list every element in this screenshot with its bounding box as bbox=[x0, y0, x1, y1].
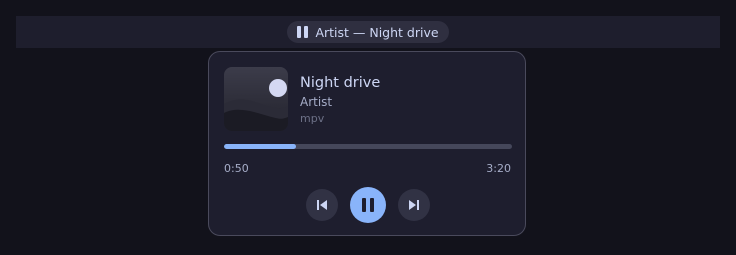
skip-next-icon bbox=[409, 200, 419, 210]
pause-icon bbox=[362, 198, 374, 212]
next-button[interactable] bbox=[398, 189, 430, 221]
track-title: Night drive bbox=[300, 75, 381, 91]
elapsed-time: 0:50 bbox=[224, 162, 249, 175]
media-popup: Night drive Artist mpv 0:50 3:20 bbox=[208, 51, 526, 236]
previous-button[interactable] bbox=[306, 189, 338, 221]
play-pause-button[interactable] bbox=[350, 187, 386, 223]
total-time: 3:20 bbox=[486, 162, 511, 175]
progress-fill bbox=[224, 144, 296, 149]
media-indicator-label: Artist — Night drive bbox=[315, 24, 439, 40]
album-art bbox=[224, 67, 288, 131]
track-artist: Artist bbox=[300, 95, 333, 109]
top-bar: Artist — Night drive bbox=[16, 16, 720, 48]
player-name: mpv bbox=[300, 112, 325, 125]
skip-previous-icon bbox=[317, 200, 327, 210]
media-indicator[interactable]: Artist — Night drive bbox=[287, 21, 449, 43]
pause-icon bbox=[297, 26, 309, 38]
progress-bar[interactable] bbox=[224, 144, 512, 149]
